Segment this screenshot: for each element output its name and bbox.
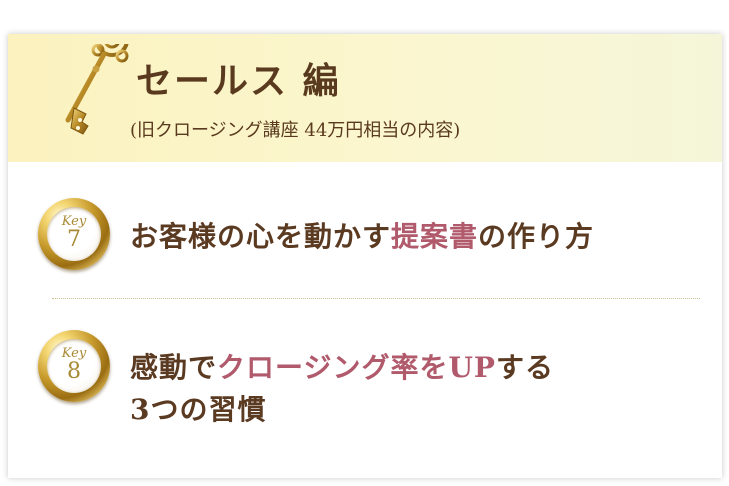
item-text-highlight: 提案書 bbox=[391, 220, 479, 253]
key-badge: Key 8 bbox=[38, 330, 110, 402]
list-item-text: お客様の心を動かす提案書の作り方 bbox=[130, 216, 594, 258]
item-text-line2: 3つの習慣 bbox=[130, 393, 267, 426]
item-text-post: の作り方 bbox=[478, 220, 595, 253]
antique-key-icon bbox=[65, 44, 129, 135]
item-text-pre: お客様の心を動かす bbox=[130, 220, 392, 253]
dotted-divider bbox=[52, 298, 700, 299]
section-header: セールス 編 (旧クロージング講座 44万円相当の内容) bbox=[8, 34, 722, 162]
page-subtitle: (旧クロージング講座 44万円相当の内容) bbox=[130, 120, 461, 141]
content-card: セールス 編 (旧クロージング講座 44万円相当の内容) Key 7 お客様の心… bbox=[8, 34, 722, 478]
item-text-highlight: クロージング率をUP bbox=[217, 351, 496, 384]
page-title: セールス 編 bbox=[136, 60, 341, 102]
item-text-pre: 感動で bbox=[130, 351, 218, 384]
key-badge: Key 7 bbox=[38, 198, 110, 270]
badge-number: 8 bbox=[67, 359, 81, 384]
list-item-text: 感動でクロージング率をUPする 3つの習慣 bbox=[130, 347, 554, 431]
item-text-post: する bbox=[495, 351, 554, 384]
badge-number: 7 bbox=[67, 227, 81, 252]
